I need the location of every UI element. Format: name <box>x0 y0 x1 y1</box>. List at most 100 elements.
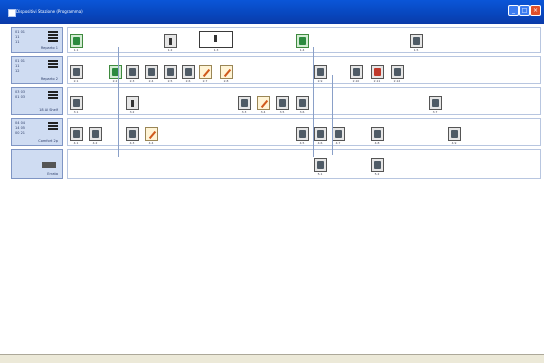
pencil-module-icon[interactable] <box>199 65 212 79</box>
module-label: 3.2 <box>129 110 135 114</box>
device-module-icon[interactable] <box>126 96 139 110</box>
rack-icon <box>48 91 58 103</box>
device-module-icon[interactable] <box>371 65 384 79</box>
device-module-icon[interactable] <box>164 65 177 79</box>
row-header-1[interactable]: 01 01 11 11 Reparto 1 <box>11 27 63 53</box>
row-name-3: 18 Al Shelf <box>39 108 58 112</box>
connection-line <box>313 47 314 157</box>
device-module-icon[interactable] <box>332 127 345 141</box>
module-label: 3.3 <box>241 110 247 114</box>
keypad-icon <box>48 122 58 134</box>
device-module-icon[interactable] <box>89 127 102 141</box>
module-label: 2.7 <box>202 79 208 83</box>
device-module-icon[interactable] <box>70 96 83 110</box>
pencil-module-icon[interactable] <box>145 127 158 141</box>
module-label: 4.1 <box>73 141 79 145</box>
row-header-3[interactable]: 03 03 01 03 18 Al Shelf <box>11 87 63 115</box>
device-module-icon[interactable] <box>371 127 384 141</box>
maximize-button[interactable]: □ <box>519 5 530 16</box>
row-number-3a: 03 03 <box>15 90 26 94</box>
module-label: 4.6 <box>317 141 323 145</box>
device-module-icon[interactable] <box>410 34 423 48</box>
device-module-icon[interactable] <box>314 127 327 141</box>
row-name-4: Comfort 2p <box>38 139 58 143</box>
module-strip-4: 4.1 4.2 4.3 4.4 4.5 4.6 4.7 4.8 4.9 <box>67 118 541 146</box>
row-header-2[interactable]: 01 01 11 12 Reparto 2 <box>11 56 63 84</box>
device-module-icon[interactable] <box>448 127 461 141</box>
row-number-1c: 11 <box>15 40 20 44</box>
module-label: 3.6 <box>299 110 305 114</box>
application-window: Dispositivi Stazione (Programma) _ □ × 0… <box>0 0 544 363</box>
row-number-4a: 04 04 <box>15 121 26 125</box>
device-module-icon[interactable] <box>182 65 195 79</box>
device-module-icon[interactable] <box>70 127 83 141</box>
module-label: 1.3 <box>213 48 219 52</box>
device-row-1: 01 01 11 11 Reparto 1 1.1 1.2 1.3 1.4 1.… <box>11 27 541 53</box>
device-rows: 01 01 11 11 Reparto 1 1.1 1.2 1.3 1.4 1.… <box>11 27 541 179</box>
module-label: 1.4 <box>299 48 305 52</box>
module-label: 4.2 <box>92 141 98 145</box>
module-label: 5.1 <box>317 172 323 176</box>
device-module-icon[interactable] <box>126 65 139 79</box>
device-module-icon[interactable] <box>296 96 309 110</box>
window-title: Dispositivi Stazione (Programma) <box>16 9 83 14</box>
row-header-5[interactable]: Errata <box>11 149 63 179</box>
row-number-2c: 12 <box>15 69 20 73</box>
device-module-icon[interactable] <box>314 65 327 79</box>
switch-module-icon[interactable] <box>296 34 309 48</box>
module-label: 2.10 <box>352 79 360 83</box>
module-label: 2.12 <box>393 79 401 83</box>
connection-line <box>118 47 119 157</box>
module-label: 2.9 <box>317 79 323 83</box>
title-bar[interactable]: Dispositivi Stazione (Programma) _ □ × <box>0 0 544 24</box>
module-strip-5: 5.1 5.2 <box>67 149 541 179</box>
device-module-icon[interactable] <box>276 96 289 110</box>
device-module-icon[interactable] <box>314 158 327 172</box>
module-label: 3.5 <box>279 110 285 114</box>
module-label: 4.8 <box>374 141 380 145</box>
switch-module-icon[interactable] <box>70 34 83 48</box>
close-button[interactable]: × <box>530 5 541 16</box>
device-icon <box>42 162 56 170</box>
device-module-icon[interactable] <box>296 127 309 141</box>
module-label: 4.7 <box>335 141 341 145</box>
breaker-module-icon[interactable] <box>164 34 177 48</box>
module-label: 1.5 <box>413 48 419 52</box>
selected-module-icon[interactable] <box>199 31 233 48</box>
device-module-icon[interactable] <box>350 65 363 79</box>
status-bar <box>0 354 544 363</box>
app-icon <box>8 9 16 17</box>
switch-module-icon[interactable] <box>109 65 122 79</box>
pencil-module-icon[interactable] <box>220 65 233 79</box>
row-number-2b: 11 <box>15 64 20 68</box>
device-row-5: Errata 5.1 5.2 <box>11 149 541 179</box>
device-module-icon[interactable] <box>126 127 139 141</box>
module-strip-2: 2.1 2.2 2.3 2.4 2.5 2.6 2.7 2.8 2.9 2.10 <box>67 56 541 84</box>
device-module-icon[interactable] <box>391 65 404 79</box>
row-number-1a: 01 01 <box>15 30 26 34</box>
device-module-icon[interactable] <box>238 96 251 110</box>
row-number-2a: 01 01 <box>15 59 26 63</box>
device-row-3: 03 03 01 03 18 Al Shelf 3.1 3.2 3.3 3.4 … <box>11 87 541 115</box>
stack-icon <box>48 31 58 43</box>
device-module-icon[interactable] <box>70 65 83 79</box>
module-label: 2.11 <box>373 79 381 83</box>
device-module-icon[interactable] <box>145 65 158 79</box>
device-module-icon[interactable] <box>371 158 384 172</box>
module-label: 2.5 <box>167 79 173 83</box>
module-label: 2.4 <box>148 79 154 83</box>
module-label: 3.4 <box>260 110 266 114</box>
row-number-3b: 01 03 <box>15 95 26 99</box>
row-name-2: Reparto 2 <box>40 77 58 81</box>
pencil-module-icon[interactable] <box>257 96 270 110</box>
connection-line <box>332 75 333 155</box>
module-label: 2.1 <box>73 79 79 83</box>
module-label: 1.1 <box>73 48 79 52</box>
row-header-4[interactable]: 04 04 14 05 00 21 Comfort 2p <box>11 118 63 146</box>
device-module-icon[interactable] <box>429 96 442 110</box>
row-number-4c: 00 21 <box>15 131 26 135</box>
row-number-4b: 14 05 <box>15 126 26 130</box>
row-name-1: Reparto 1 <box>40 46 58 50</box>
minimize-button[interactable]: _ <box>508 5 519 16</box>
module-label: 3.7 <box>432 110 438 114</box>
